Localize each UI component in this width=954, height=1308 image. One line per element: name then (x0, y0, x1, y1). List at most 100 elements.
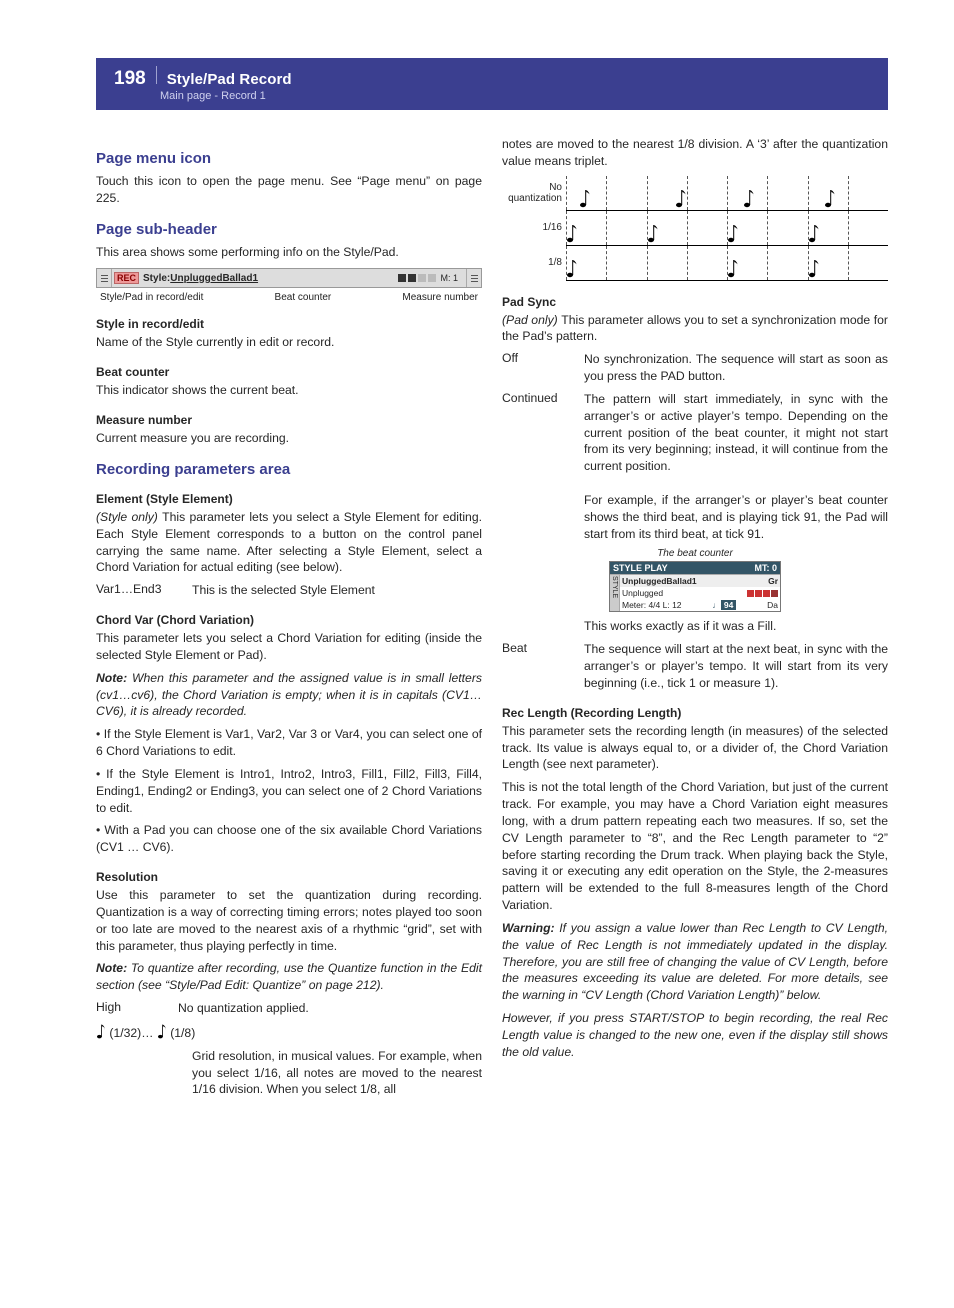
subheader-strip-figure: REC Style:UnpluggedBallad1 M: 1 (96, 268, 482, 288)
note-body: To quantize after recording, use the Qua… (96, 961, 482, 992)
res-grid-key (96, 1048, 180, 1098)
right-column: notes are moved to the nearest 1/8 divis… (502, 136, 888, 1104)
res-range-a: (1/32)… (109, 1026, 153, 1040)
note-icon (824, 188, 836, 208)
style-name: UnpluggedBallad1 (170, 273, 258, 284)
para-pad-sync: (Pad only) This parameter allows you to … (502, 312, 888, 346)
padsync-cont-key: Continued (502, 391, 572, 542)
padsync-tag: (Pad only) (502, 313, 561, 327)
padsync-cont-val: The pattern will start immediately, in s… (584, 391, 888, 542)
bf-da: Da (767, 600, 778, 610)
quant-row-8 (566, 245, 888, 280)
bf-meter: Meter: 4/4 L: 12 (622, 600, 682, 610)
res-grid-val: Grid resolution, in musical values. For … (192, 1048, 482, 1098)
padsync-off-key: Off (502, 351, 572, 385)
note-icon (96, 1023, 106, 1039)
callout-measure: Measure number (402, 292, 478, 303)
measure-readout: M: 1 (440, 273, 458, 283)
res-high-key: High (96, 1000, 166, 1017)
padsync-beat-row: Beat The sequence will start at the next… (502, 641, 888, 691)
note-icon (157, 1023, 167, 1039)
bf-unplugged: Unplugged (622, 588, 663, 598)
padsync-beat-val: The sequence will start at the next beat… (584, 641, 888, 691)
res-range-b: (1/8) (170, 1026, 195, 1040)
para-reclen-2: This is not the total length of the Chor… (502, 779, 888, 914)
warning-reclen-2: However, if you press START/STOP to begi… (502, 1010, 888, 1060)
para-reclen-1: This parameter sets the recording length… (502, 723, 888, 773)
note-resolution: Note: To quantize after recording, use t… (96, 960, 482, 994)
header-subtitle: Main page - Record 1 (160, 90, 876, 102)
element-tag: (Style only) (96, 510, 162, 524)
note-label: Note: (96, 671, 127, 685)
note-body: When this parameter and the assigned val… (96, 671, 482, 719)
quant-row-label: 1/16 (502, 210, 566, 245)
heading-pad-sync: Pad Sync (502, 295, 888, 309)
resolution-high-row: High No quantization applied. (96, 1000, 482, 1017)
callout-beat: Beat counter (275, 292, 332, 303)
left-column: Page menu icon Touch this icon to open t… (96, 136, 482, 1104)
padsync-off-val: No synchronization. The sequence will st… (584, 351, 888, 385)
hamburger-icon (97, 269, 112, 287)
quantization-figure: No quantization 1/16 (502, 176, 888, 281)
heading-page-menu-icon: Page menu icon (96, 150, 482, 167)
cv-bullet-3: • With a Pad you can choose one of the s… (96, 822, 482, 856)
callout-style: Style/Pad in record/edit (100, 292, 203, 303)
para-style-edit: Name of the Style currently in edit or r… (96, 334, 482, 351)
cv-bullet-1: • If the Style Element is Var1, Var2, Va… (96, 726, 482, 760)
bf-mt: MT: 0 (755, 563, 778, 573)
bf-beat-dots (747, 590, 778, 597)
heading-page-subheader: Page sub-header (96, 221, 482, 238)
page-menu-icon (466, 269, 481, 287)
element-range-key: Var1…End3 (96, 582, 180, 599)
quant-row-none (566, 176, 888, 211)
warning-body: If you assign a value lower than Rec Len… (502, 921, 888, 1002)
beat-indicator (398, 274, 436, 282)
header-title: Style/Pad Record (167, 71, 292, 88)
heading-resolution: Resolution (96, 870, 482, 884)
note-icon (579, 188, 591, 208)
element-range-row: Var1…End3 This is the selected Style Ele… (96, 582, 482, 599)
note-icon (647, 223, 659, 243)
rec-badge: REC (114, 272, 139, 284)
bf-title: STYLE PLAY (613, 563, 668, 573)
padsync-continued-tail: This works exactly as if it was a Fill. (502, 618, 888, 635)
heading-recording-params: Recording parameters area (96, 461, 482, 478)
style-field: Style:UnpluggedBallad1 (143, 273, 258, 284)
note-icon (566, 223, 578, 243)
bf-tempo: 94 (721, 600, 736, 610)
element-range-val: This is the selected Style Element (192, 582, 482, 599)
note-icon (743, 188, 755, 208)
bf-gr: Gr (768, 576, 778, 586)
resolution-range: (1/32)… (1/8) (96, 1023, 482, 1042)
padsync-cont-tail: This works exactly as if it was a Fill. (584, 618, 888, 635)
heading-style-edit: Style in record/edit (96, 317, 482, 331)
note-icon (808, 258, 820, 278)
note-chord-var: Note: When this parameter and the assign… (96, 670, 482, 720)
warning-label: Warning: (502, 921, 555, 935)
heading-measure-number: Measure number (96, 413, 482, 427)
cv-bullet-2: • If the Style Element is Intro1, Intro2… (96, 766, 482, 816)
note-icon (727, 223, 739, 243)
warning-reclen: Warning: If you assign a value lower tha… (502, 920, 888, 1004)
beat-counter-caption: The beat counter (502, 548, 888, 559)
heading-element: Element (Style Element) (96, 492, 482, 506)
page-number: 198 (114, 68, 146, 90)
padsync-beat-key: Beat (502, 641, 572, 691)
quant-row-label: 1/8 (502, 245, 566, 280)
note-icon (566, 258, 578, 278)
para-resolution: Use this parameter to set the quantizati… (96, 887, 482, 954)
note-icon (808, 223, 820, 243)
padsync-off-row: Off No synchronization. The sequence wil… (502, 351, 888, 385)
subheader-callouts: Style/Pad in record/edit Beat counter Me… (100, 292, 478, 303)
res-high-val: No quantization applied. (178, 1000, 482, 1017)
para-element: (Style only) This parameter lets you sel… (96, 509, 482, 576)
resolution-grid-row: Grid resolution, in musical values. For … (96, 1048, 482, 1098)
beat-counter-figure: STYLE PLAY MT: 0 STYLE UnpluggedBallad1 … (609, 561, 781, 612)
para-chord-var: This parameter lets you select a Chord V… (96, 630, 482, 664)
heading-rec-length: Rec Length (Recording Length) (502, 706, 888, 720)
note-icon (727, 258, 739, 278)
heading-beat-counter: Beat counter (96, 365, 482, 379)
heading-chord-var: Chord Var (Chord Variation) (96, 613, 482, 627)
page-header: 198 Style/Pad Record Main page - Record … (96, 58, 888, 110)
para-measure-number: Current measure you are recording. (96, 430, 482, 447)
